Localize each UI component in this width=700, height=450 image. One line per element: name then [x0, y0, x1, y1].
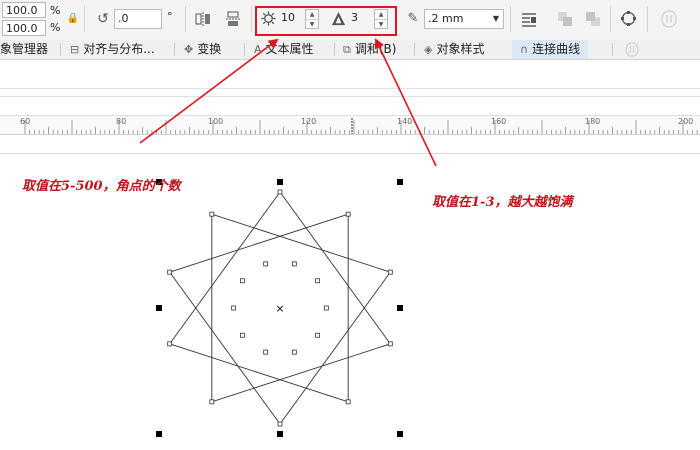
star-edge: [211, 213, 391, 273]
star-edge: [279, 271, 391, 425]
star-node: [167, 269, 173, 275]
selection-handle: [397, 179, 403, 185]
pointer-arrow-points: [139, 38, 279, 144]
canvas[interactable]: ×: [0, 0, 700, 450]
star-node: [291, 261, 297, 267]
star-node: [231, 305, 237, 311]
selection-handle: [277, 431, 283, 437]
star-shape[interactable]: ×: [167, 189, 393, 427]
selection-handle: [156, 431, 162, 437]
selection-handle: [397, 305, 403, 311]
sharpness-annotation: 取值在1-3，越大越饱满: [432, 195, 573, 210]
star-edge: [169, 343, 349, 403]
star-node: [323, 305, 329, 311]
center-marker: ×: [275, 302, 284, 315]
star-node: [291, 349, 297, 355]
star-node: [315, 278, 320, 284]
points-annotation: 取值在5-500，角点的个数: [22, 179, 181, 194]
star-node: [315, 332, 320, 338]
star-node: [263, 349, 269, 355]
star-node: [345, 399, 351, 405]
star-edge: [169, 191, 281, 345]
star-node: [240, 278, 245, 284]
selection-handle: [156, 305, 162, 311]
selection-handle: [277, 179, 283, 185]
star-node: [387, 341, 393, 347]
star-node: [240, 332, 245, 338]
star-node: [345, 211, 351, 217]
star-edge: [169, 213, 349, 273]
star-edge: [279, 191, 391, 345]
star-node: [209, 399, 215, 405]
star-edge: [169, 271, 281, 425]
star-edge: [211, 343, 391, 403]
selection-handle: [397, 431, 403, 437]
star-node: [277, 421, 283, 427]
star-node: [277, 189, 283, 195]
star-node: [209, 211, 215, 217]
star-node: [263, 261, 269, 267]
star-node: [387, 269, 393, 275]
pointer-arrow-sharpness: [374, 38, 437, 167]
star-node: [167, 341, 173, 347]
